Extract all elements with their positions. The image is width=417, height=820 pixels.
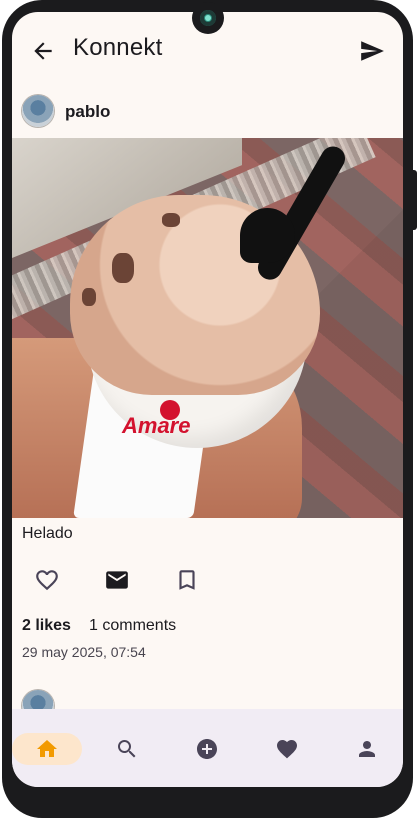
heart-icon bbox=[277, 740, 297, 759]
nav-add[interactable] bbox=[172, 733, 242, 765]
bookmark-button[interactable] bbox=[174, 567, 200, 593]
app-title: Konnekt bbox=[73, 34, 163, 61]
arrow-back-icon bbox=[34, 42, 52, 60]
bookmark-outline-icon bbox=[179, 570, 195, 590]
post-header: pablo bbox=[12, 92, 403, 134]
chocolate-chunk bbox=[112, 253, 134, 283]
post-actions bbox=[12, 567, 403, 597]
avatar[interactable] bbox=[22, 95, 54, 127]
like-button[interactable] bbox=[34, 567, 60, 593]
likes-count[interactable]: 2 likes bbox=[22, 617, 71, 635]
back-button[interactable] bbox=[30, 38, 56, 64]
send-icon bbox=[361, 41, 384, 61]
mail-icon bbox=[106, 571, 128, 589]
person-icon bbox=[359, 741, 375, 757]
volume-button bbox=[413, 170, 417, 230]
post-date: 29 may 2025, 07:54 bbox=[22, 644, 146, 660]
bottom-navigation bbox=[12, 709, 403, 787]
camera-lens bbox=[200, 10, 216, 26]
home-icon bbox=[37, 740, 57, 757]
post-caption: Helado bbox=[22, 525, 73, 542]
username[interactable]: pablo bbox=[65, 102, 110, 122]
send-button[interactable] bbox=[359, 38, 385, 64]
cup-logo-text: Amare bbox=[122, 413, 191, 438]
message-button[interactable] bbox=[104, 567, 130, 593]
phone-frame: Konnekt pablo Amare Helado 2 likes 1 com… bbox=[2, 0, 417, 818]
add-circle-icon bbox=[197, 739, 217, 759]
photo-spoon-head bbox=[240, 208, 295, 263]
post-photo[interactable]: Amare bbox=[12, 138, 403, 518]
search-icon bbox=[118, 740, 136, 758]
nav-search[interactable] bbox=[92, 733, 162, 765]
nav-home[interactable] bbox=[12, 733, 82, 765]
nav-profile[interactable] bbox=[332, 733, 402, 765]
comments-count[interactable]: 1 comments bbox=[89, 617, 176, 635]
chocolate-chunk bbox=[82, 288, 96, 306]
app-screen: Konnekt pablo Amare Helado 2 likes 1 com… bbox=[12, 12, 403, 787]
heart-outline-icon bbox=[36, 570, 58, 591]
nav-favorites[interactable] bbox=[252, 733, 322, 765]
chocolate-chunk bbox=[162, 213, 180, 227]
front-camera bbox=[192, 2, 224, 34]
